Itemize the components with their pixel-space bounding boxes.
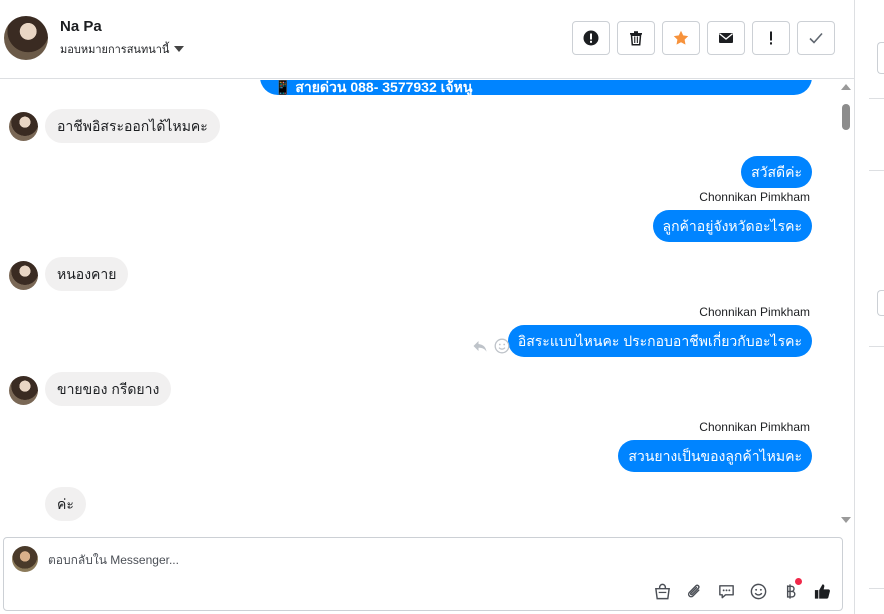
scrollbar-thumb[interactable] xyxy=(842,104,850,130)
sender-name: Chonnikan Pimkham xyxy=(699,420,810,434)
notification-dot xyxy=(795,578,802,585)
message-thread[interactable]: 📱 สายด่วน 088- 3577932 เจ้หนู อาชีพอิสระ… xyxy=(0,80,838,525)
reply-input[interactable] xyxy=(48,551,648,569)
conversation-actions xyxy=(572,21,835,55)
assign-conversation-dropdown[interactable]: มอบหมายการสนทนานี้ xyxy=(60,40,185,58)
sender-name: Chonnikan Pimkham xyxy=(699,190,810,204)
star-icon xyxy=(673,30,689,45)
page-avatar xyxy=(12,546,38,572)
sender-avatar xyxy=(9,112,38,141)
contact-avatar[interactable] xyxy=(4,16,48,60)
paperclip-icon xyxy=(687,584,700,597)
exclamation-icon xyxy=(770,31,772,45)
details-field[interactable] xyxy=(877,290,884,316)
message-scrollbar[interactable] xyxy=(838,80,854,527)
smiley-icon xyxy=(750,583,766,599)
message-bubble-outgoing[interactable]: 📱 สายด่วน 088- 3577932 เจ้หนู xyxy=(260,80,812,95)
like-button[interactable] xyxy=(812,581,832,601)
alert-circle-icon xyxy=(583,30,599,46)
customer-details-panel xyxy=(855,0,884,614)
details-field[interactable] xyxy=(877,42,884,74)
message-bubble-outgoing[interactable]: สวัสดีค่ะ xyxy=(741,156,812,188)
saved-replies-button[interactable] xyxy=(716,581,736,601)
shop-button[interactable] xyxy=(652,581,672,601)
mark-done-button[interactable] xyxy=(797,21,835,55)
sender-name: Chonnikan Pimkham xyxy=(699,305,810,319)
envelope-icon xyxy=(719,33,733,43)
inbox-conversation-view: Na Pa มอบหมายการสนทนานี้ 📱 สายด่วน 088- … xyxy=(0,0,884,614)
conversation-header: Na Pa มอบหมายการสนทนานี้ xyxy=(0,0,854,79)
smiley-icon[interactable] xyxy=(494,338,510,354)
message-bubble-incoming[interactable]: ขายของ กรีดยาง xyxy=(45,372,172,406)
assign-label: มอบหมายการสนทนานี้ xyxy=(60,44,170,56)
contact-name[interactable]: Na Pa xyxy=(60,18,102,35)
trash-icon xyxy=(630,31,642,46)
panel-divider-line xyxy=(869,346,884,347)
mark-spam-button[interactable] xyxy=(572,21,610,55)
delete-button[interactable] xyxy=(617,21,655,55)
bag-icon xyxy=(654,583,670,599)
check-icon xyxy=(809,32,823,44)
sender-avatar xyxy=(9,376,38,405)
message-bubble-outgoing[interactable]: อิสระแบบไหนคะ ประกอบอาชีพเกี่ยวกับอะไรคะ xyxy=(507,325,812,357)
emoji-button[interactable] xyxy=(748,581,768,601)
message-hover-tools xyxy=(472,338,510,354)
follow-up-button[interactable] xyxy=(752,21,790,55)
message-bubble-outgoing[interactable]: ลูกค้าอยู่จังหวัดอะไรคะ xyxy=(652,210,812,242)
panel-divider-line xyxy=(869,170,884,171)
scroll-up-arrow-icon[interactable] xyxy=(841,84,851,90)
composer-tools xyxy=(652,578,832,601)
thumbs-up-icon xyxy=(814,583,830,599)
scroll-down-arrow-icon[interactable] xyxy=(841,517,851,523)
chat-bubble-icon xyxy=(718,584,734,598)
message-bubble-incoming[interactable]: ค่ะ xyxy=(45,487,86,521)
payment-button[interactable] xyxy=(780,578,802,601)
message-bubble-incoming[interactable]: หนองคาย xyxy=(45,257,129,291)
mark-unread-button[interactable] xyxy=(707,21,745,55)
reply-icon[interactable] xyxy=(472,338,488,354)
panel-divider-line xyxy=(869,588,884,589)
attach-button[interactable] xyxy=(684,581,704,601)
star-button[interactable] xyxy=(662,21,700,55)
reply-composer xyxy=(3,537,843,611)
message-bubble-incoming[interactable]: อาชีพอิสระออกได้ไหมคะ xyxy=(45,109,220,143)
sender-avatar xyxy=(9,261,38,290)
caret-down-icon xyxy=(174,46,185,52)
panel-divider-line xyxy=(869,98,884,99)
message-bubble-outgoing[interactable]: สวนยางเป็นของลูกค้าไหมคะ xyxy=(618,440,812,472)
